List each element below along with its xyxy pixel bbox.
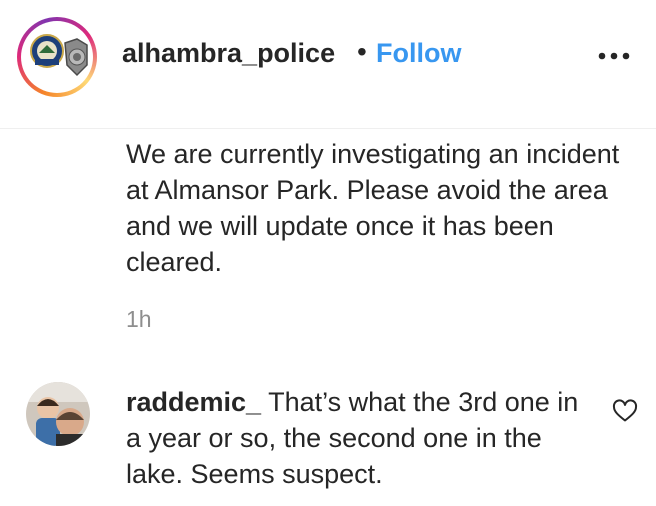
follow-separator: • xyxy=(357,36,367,67)
follow-button[interactable]: Follow xyxy=(376,38,461,69)
author-avatar[interactable] xyxy=(17,17,97,97)
post-header: alhambra_police • Follow xyxy=(0,0,656,128)
post-timestamp[interactable]: 1h xyxy=(126,306,152,333)
commenter-avatar[interactable] xyxy=(26,382,90,446)
author-username[interactable]: alhambra_police xyxy=(122,38,335,69)
commenter-username[interactable]: raddemic_ xyxy=(126,387,261,417)
comment-body: raddemic_ That’s what the 3rd one in a y… xyxy=(126,384,596,492)
header-divider xyxy=(0,128,656,129)
more-horizontal-icon[interactable] xyxy=(598,48,630,66)
heart-outline-icon[interactable] xyxy=(612,399,638,428)
post-caption: We are currently investigating an incide… xyxy=(126,139,620,277)
police-badge-logo xyxy=(21,21,93,93)
